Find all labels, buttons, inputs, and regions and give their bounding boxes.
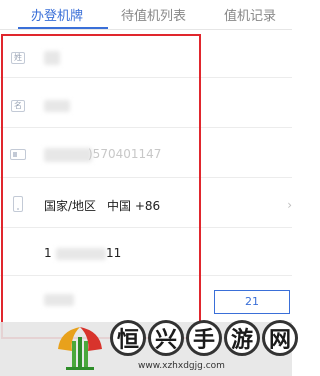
watermark-text: 恒兴手游网 [110, 320, 300, 360]
tab-pending-checkin-list[interactable]: 待值机列表 [121, 5, 186, 24]
tab-divider [0, 29, 292, 30]
watermark-logo-icon [58, 327, 102, 370]
watermark-char: 兴 [148, 320, 184, 356]
watermark-char: 手 [186, 320, 222, 356]
highlight-frame [1, 34, 201, 339]
watermark-char: 网 [262, 320, 298, 356]
tab-checkin-records[interactable]: 值机记录 [224, 5, 276, 24]
tab-boarding-pass[interactable]: 办登机牌 [31, 5, 83, 24]
watermark-char: 恒 [110, 320, 146, 356]
tab-bar: 办登机牌 待值机列表 值机记录 [0, 0, 292, 30]
get-code-button[interactable]: 21 [214, 290, 290, 314]
watermark-url: www.xzhxdgjg.com [138, 361, 225, 371]
chevron-right-icon[interactable]: › [287, 198, 292, 212]
watermark-char: 游 [224, 320, 260, 356]
